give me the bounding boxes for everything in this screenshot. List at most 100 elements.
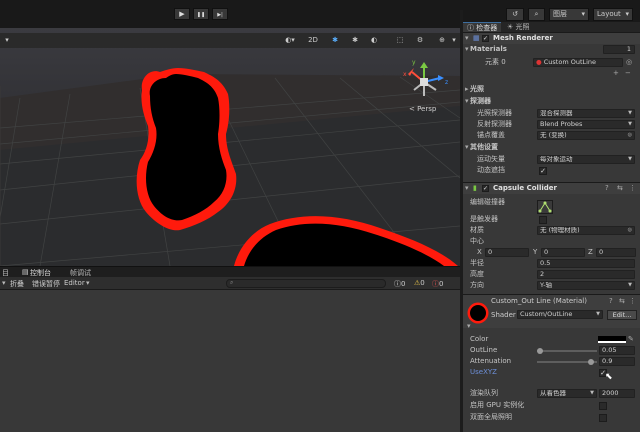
color-row[interactable]: Color ✎	[463, 334, 640, 345]
effects-toggle-icon[interactable]: ◐	[368, 36, 380, 45]
layout-dropdown[interactable]: Layout ▾	[593, 8, 633, 21]
edit-shader-button[interactable]: Edit...	[607, 310, 637, 320]
radius-row[interactable]: 半径 0.5	[463, 258, 640, 269]
additional-foldout[interactable]: ▾ 其他设置	[463, 142, 640, 153]
help-icon[interactable]: ?	[605, 183, 609, 194]
search-button[interactable]: ⌕	[528, 8, 545, 21]
scene-view[interactable]: y x z < Persp	[0, 28, 460, 266]
direction-dropdown[interactable]: Y-轴 ▼	[537, 281, 635, 290]
outline-slider-track[interactable]	[537, 350, 597, 352]
color-swatch[interactable]	[598, 336, 626, 343]
error-pause-button[interactable]: 错误暂停	[32, 279, 60, 289]
collapse-button[interactable]: 折叠	[10, 279, 24, 289]
element0-row[interactable]: 元素 0 ● Custom OutLine ◎	[463, 57, 640, 68]
attenuation-slider-handle[interactable]	[588, 359, 594, 365]
center-z-field[interactable]: 0	[596, 248, 636, 257]
mesh-renderer-header[interactable]: ▾ ▦ ✓ Mesh Renderer	[463, 32, 640, 44]
render-queue-dropdown[interactable]: 从着色器 ▼	[537, 389, 597, 398]
lighting-foldout[interactable]: ▸ 光照	[463, 84, 640, 95]
material-header[interactable]: Custom_Out Line (Material) ? ⇆ ⋮ Shader …	[463, 294, 640, 328]
foldout-arrow-icon[interactable]: ▾	[465, 44, 469, 55]
physic-material-field[interactable]: 无 (物理材质) ◎	[537, 226, 635, 235]
radius-field[interactable]: 0.5	[537, 259, 635, 268]
scene-viewport[interactable]: y x z < Persp	[0, 28, 460, 266]
double-sided-gi-row[interactable]: 双面全局照明	[463, 412, 640, 423]
preset-icon[interactable]: ⇆	[617, 183, 623, 194]
play-button[interactable]: ▶	[174, 8, 190, 20]
eyedropper-icon[interactable]: ✎	[628, 334, 634, 345]
chevron-down-icon[interactable]: ▾	[450, 36, 458, 45]
reflection-probes-dropdown[interactable]: Blend Probes ▼	[537, 120, 635, 129]
double-sided-gi-checkbox[interactable]	[599, 413, 607, 422]
materials-count-field[interactable]: 1	[603, 45, 635, 54]
clear-dropdown-arrow[interactable]: ▾	[2, 279, 6, 287]
shader-dropdown[interactable]: Custom/OutLine ▼	[517, 310, 603, 319]
probes-foldout[interactable]: ▾ 探测器	[463, 96, 640, 107]
scene-menu-icon[interactable]: ▾	[3, 36, 11, 45]
motion-vectors-dropdown[interactable]: 每对象运动 ▼	[537, 155, 635, 164]
remove-element-icon[interactable]: −	[625, 68, 631, 79]
attenuation-row[interactable]: Attenuation 0.9	[463, 356, 640, 367]
more-options-icon[interactable]: ⋮	[629, 297, 636, 305]
layers-dropdown[interactable]: 图层 ▾	[549, 8, 589, 21]
pause-button[interactable]: ❚❚	[193, 8, 209, 20]
direction-row[interactable]: 方向 Y-轴 ▼	[463, 280, 640, 291]
editor-dropdown[interactable]: Editor	[64, 279, 85, 287]
audio-toggle-icon[interactable]: ✱	[350, 36, 360, 45]
edit-collider-button[interactable]	[537, 200, 553, 214]
camera-settings-icon[interactable]: ⚙	[414, 36, 426, 45]
outline-field[interactable]: 0.05	[599, 346, 635, 355]
element0-object-field[interactable]: ● Custom OutLine	[533, 58, 623, 67]
height-field[interactable]: 2	[537, 270, 635, 279]
center-x-field[interactable]: 0	[485, 248, 529, 257]
is-trigger-row[interactable]: 是触发器	[463, 214, 640, 225]
persp-label[interactable]: < Persp	[409, 105, 437, 113]
dynamic-occlusion-row[interactable]: 动态遮挡 ✓	[463, 165, 640, 176]
materials-row[interactable]: ▾ Materials 1	[463, 44, 640, 55]
object-picker-icon[interactable]: ◎	[626, 57, 632, 68]
enable-checkbox[interactable]: ✓	[482, 185, 489, 192]
history-button[interactable]: ↺	[506, 8, 524, 21]
info-count[interactable]: ⓘ0	[394, 279, 405, 289]
reflection-probes-row[interactable]: 反射探测器 Blend Probes ▼	[463, 119, 640, 130]
center-xyz-row[interactable]: X 0 Y 0 Z 0	[463, 247, 640, 258]
gpu-instancing-row[interactable]: 启用 GPU 实例化	[463, 400, 640, 411]
lighting-toggle-icon[interactable]: ✱	[330, 36, 340, 45]
foldout-arrow-icon[interactable]: ▾	[465, 183, 469, 194]
enable-checkbox[interactable]: ✓	[482, 35, 489, 42]
anchor-override-field[interactable]: 无 (变换) ◎	[537, 131, 635, 140]
attenuation-field[interactable]: 0.9	[599, 357, 635, 366]
hidden-objects-icon[interactable]: ⬚	[394, 36, 406, 45]
more-options-icon[interactable]: ⋮	[629, 183, 636, 194]
help-icon[interactable]: ?	[609, 297, 613, 305]
physic-material-row[interactable]: 材质 无 (物理材质) ◎	[463, 225, 640, 236]
add-element-icon[interactable]: +	[613, 68, 619, 79]
light-probes-dropdown[interactable]: 混合探测器 ▼	[537, 109, 635, 118]
anchor-override-row[interactable]: 锚点覆盖 无 (变换) ◎	[463, 130, 640, 141]
step-button[interactable]: ▶|	[212, 8, 228, 20]
2d-toggle[interactable]: 2D	[307, 36, 319, 45]
outline-slider-handle[interactable]	[537, 348, 543, 354]
foldout-arrow-icon[interactable]: ▸	[465, 84, 469, 95]
shading-mode-icon[interactable]: ◐▾	[282, 36, 298, 45]
foldout-arrow-icon[interactable]: ▾	[465, 33, 469, 44]
foldout-arrow-icon[interactable]: ▾	[467, 322, 471, 330]
dynamic-occlusion-checkbox[interactable]: ✓	[539, 166, 547, 175]
outline-row[interactable]: OutLine 0.05	[463, 345, 640, 356]
console-log-area[interactable]	[0, 290, 460, 432]
gpu-instancing-checkbox[interactable]	[599, 401, 607, 410]
foldout-arrow-icon[interactable]: ▾	[465, 142, 469, 153]
capsule-collider-header[interactable]: ▾ ▮ ✓ Capsule Collider ? ⇆ ⋮	[463, 182, 640, 194]
render-queue-field[interactable]: 2000	[599, 389, 635, 398]
chevron-down-icon[interactable]: ▾	[86, 279, 90, 287]
render-queue-row[interactable]: 渲染队列 从着色器 ▼ 2000	[463, 388, 640, 399]
error-count[interactable]: ⓘ0	[432, 279, 443, 289]
height-row[interactable]: 高度 2	[463, 269, 640, 280]
light-probes-row[interactable]: 光照探测器 混合探测器 ▼	[463, 108, 640, 119]
console-search-input[interactable]: ⌕	[226, 279, 386, 288]
preset-icon[interactable]: ⇆	[619, 297, 625, 305]
foldout-arrow-icon[interactable]: ▾	[465, 96, 469, 107]
gizmos-icon[interactable]: ⊕	[436, 36, 448, 45]
motion-vectors-row[interactable]: 运动矢量 每对象运动 ▼	[463, 154, 640, 165]
usexyz-row[interactable]: UseXYZ ✓ ⬉	[463, 367, 640, 382]
